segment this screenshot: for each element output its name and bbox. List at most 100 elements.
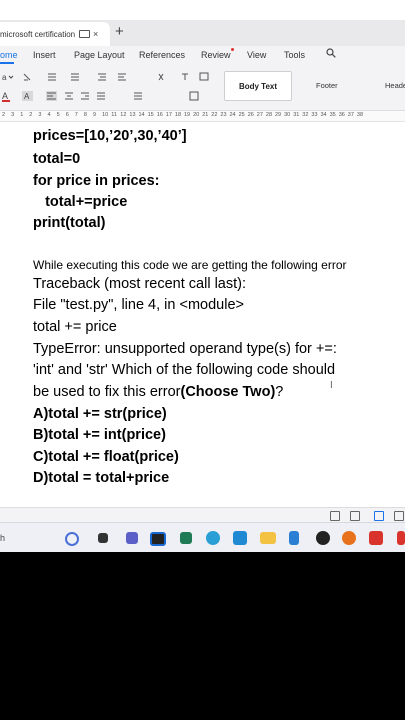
ruler-number: 9 [93,112,97,118]
browser-tab[interactable]: microsoft certification × [0,22,110,46]
error-line: total += price [33,319,117,335]
obs-icon[interactable] [316,531,330,545]
ruler-number: 27 [256,112,263,118]
menu-home[interactable]: ome [0,50,18,60]
web-layout-icon[interactable] [350,511,360,521]
ruler-number: 24 [229,112,236,118]
question-prefix: be used to fix this error [33,384,181,400]
paragraph-controls-icon[interactable] [46,72,216,82]
ruler-number: 12 [120,112,127,118]
view-mode-icon[interactable] [330,511,340,521]
ruler-number: 35 [329,112,336,118]
ruler-number: 28 [265,112,273,118]
ruler: 2 3 1 2 3 4 5 6 7 8 9 10 11 12 13 14 15 16 17 18 19 20 21 22 23 2… [0,111,405,122]
app-icon[interactable] [397,531,405,545]
teams-icon[interactable] [126,532,138,544]
close-icon[interactable]: × [93,29,98,39]
taskbar-search-fragment[interactable]: h [0,533,5,543]
font-size-controls-icon[interactable]: a [2,72,42,82]
notepad-icon[interactable] [289,531,299,545]
ruler-number: 33 [311,112,318,118]
text-cursor-icon: I [330,380,333,391]
outline-view-icon[interactable] [394,511,404,521]
task-view-icon[interactable] [98,533,108,543]
intro-text: While executing this code we are getting… [33,258,347,272]
firefox-icon[interactable] [342,531,356,545]
option-a: A)total += str(price) [33,406,167,422]
ruler-number: 22 [211,112,218,118]
ruler-number: 38 [356,112,364,118]
cortana-icon[interactable] [65,532,79,546]
status-bar [0,507,405,523]
error-line: Traceback (most recent call last): [33,276,246,292]
ruler-number: 23 [220,112,227,118]
svg-text:A: A [2,91,8,101]
question-line: be used to fix this error(Choose Two)? [33,384,283,400]
file-explorer-icon[interactable] [260,532,276,544]
svg-text:A: A [24,92,30,101]
ruler-number: 20 [193,112,200,118]
menu-references[interactable]: References [139,50,185,60]
ruler-number: 4 [47,112,51,118]
menu-review[interactable]: Review [201,48,234,60]
ruler-number: 31 [293,112,300,118]
print-layout-icon[interactable] [374,511,384,521]
style-body-text[interactable]: Body Text [224,71,292,101]
option-d: D)total = total+price [33,470,170,486]
ruler-number: 18 [174,112,182,118]
store-icon[interactable] [180,532,192,544]
ruler-number: 2 [29,112,33,118]
ruler-number: 30 [284,112,291,118]
ruler-number: 13 [129,112,136,118]
code-line: total+=price [33,194,128,210]
menu-page-layout[interactable]: Page Layout [74,50,125,60]
menu-insert[interactable]: Insert [33,50,56,60]
alignment-controls-icon[interactable] [46,91,216,101]
ruler-number: 25 [238,112,245,118]
question-suffix: ? [275,384,284,400]
browser-tab-bar: microsoft certification × + [0,20,405,47]
ruler-number: 8 [83,112,87,118]
ruler-number: 34 [320,112,327,118]
ruler-number: 14 [138,112,145,118]
formatting-toolbar: a A A Body Text Footer Heade [0,64,405,111]
menu-view[interactable]: View [247,50,266,60]
option-c: C)total += float(price) [33,449,179,465]
wps-office-icon[interactable] [369,531,383,545]
code-line: for price in prices: [33,173,160,189]
ruler-number: 1 [20,112,24,118]
menu-tools[interactable]: Tools [284,50,305,60]
vscode-icon[interactable] [233,531,247,545]
notification-dot [230,48,234,51]
ruler-number: 7 [74,112,78,118]
ruler-number: 11 [111,112,117,118]
code-line: total=0 [33,151,81,167]
font-color-icon[interactable]: A A [2,90,42,102]
style-footer[interactable]: Footer [316,81,338,90]
ribbon-menu: ome Insert Page Layout References Review… [0,46,405,64]
ruler-number: 32 [302,112,309,118]
document-page: prices=[10,’20’,30,’40’] total=0 for pri… [0,122,405,507]
ruler-number: 10 [102,112,109,118]
error-line: TypeError: unsupported operand type(s) f… [33,341,337,357]
screen: microsoft certification × + ome Insert P… [0,0,405,552]
ruler-number: 5 [56,112,60,118]
ruler-number: 29 [275,112,282,118]
svg-text:a: a [2,73,7,82]
edge-icon[interactable] [206,531,220,545]
error-line: File "test.py", line 4, in <module> [33,297,244,313]
style-header[interactable]: Heade [385,81,405,90]
new-tab-button[interactable]: + [115,23,124,40]
question-choose: (Choose Two) [180,384,276,400]
tab-title: microsoft certification [0,29,76,39]
search-icon[interactable] [326,48,336,58]
menu-review-label: Review [201,50,231,60]
code-line: print(total) [33,215,106,231]
ruler-number: 21 [202,112,209,118]
ruler-number: 6 [65,112,69,118]
dell-icon[interactable] [150,532,166,546]
ruler-number: 3 [11,112,15,118]
ruler-number: 26 [247,112,254,118]
taskbar: h [0,522,405,552]
ruler-number: 2 [2,112,6,118]
